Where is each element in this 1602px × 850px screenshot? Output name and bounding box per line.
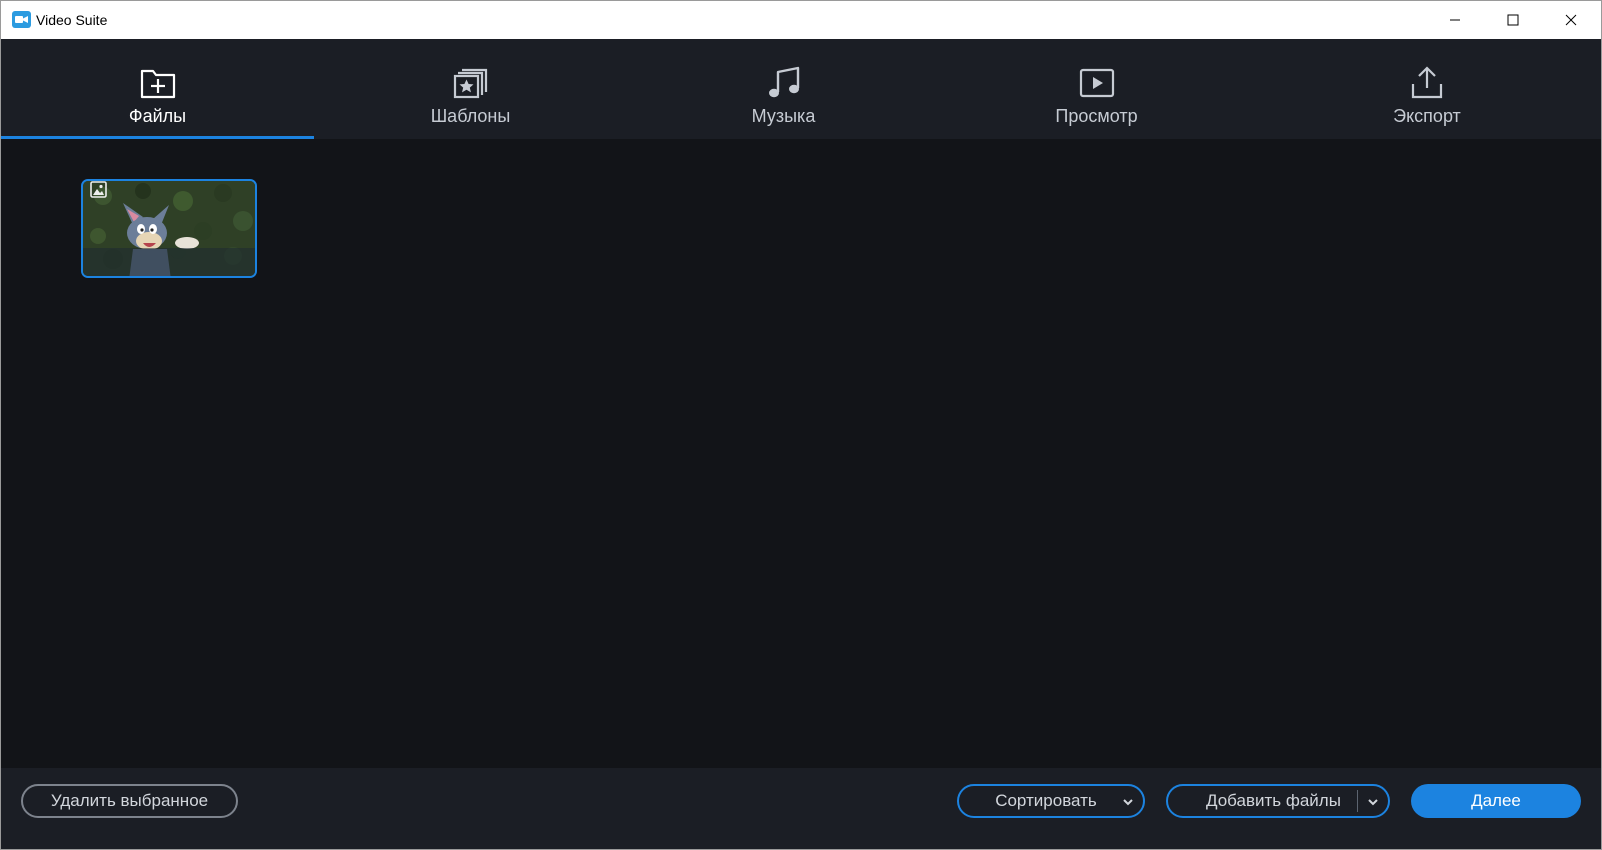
export-upload-icon <box>1411 66 1443 99</box>
close-button[interactable] <box>1542 1 1600 39</box>
minimize-icon <box>1450 19 1460 21</box>
media-thumbnail[interactable] <box>81 179 257 278</box>
add-files-button[interactable]: Добавить файлы <box>1166 784 1390 818</box>
music-note-icon <box>768 66 799 98</box>
chevron-down-icon[interactable] <box>1366 795 1380 809</box>
main-tab-bar: Файлы Шаблоны Музыка Просмотр Экспорт <box>1 39 1601 139</box>
tab-files-label: Файлы <box>128 106 187 126</box>
tab-export[interactable]: Экспорт <box>1253 39 1601 139</box>
split-divider <box>1357 790 1358 812</box>
tab-music-label: Музыка <box>751 106 816 126</box>
tab-templates-label: Шаблоны <box>430 106 511 126</box>
image-icon <box>90 181 107 198</box>
sort-label: Сортировать <box>995 791 1097 810</box>
next-label: Далее <box>1471 791 1521 810</box>
video-camera-icon <box>12 11 31 28</box>
title-bar: Video Suite <box>1 1 1601 39</box>
next-button[interactable]: Далее <box>1411 784 1581 818</box>
folder-plus-icon <box>140 69 175 99</box>
tab-export-label: Экспорт <box>1393 106 1461 126</box>
close-icon <box>1565 14 1577 26</box>
play-preview-icon <box>1079 68 1114 98</box>
tab-music[interactable]: Музыка <box>627 39 940 139</box>
footer-bar: Удалить выбранное Сортировать Добавить ф… <box>1 768 1601 849</box>
chevron-down-icon <box>1123 799 1133 806</box>
maximize-button[interactable] <box>1484 1 1542 39</box>
templates-star-icon <box>453 68 487 99</box>
tab-preview[interactable]: Просмотр <box>940 39 1253 139</box>
thumbnail-overlay <box>83 248 255 276</box>
maximize-icon <box>1507 14 1519 26</box>
tab-files[interactable]: Файлы <box>1 39 314 139</box>
window-title: Video Suite <box>36 12 108 28</box>
minimize-button[interactable] <box>1426 1 1484 39</box>
add-files-label: Добавить файлы <box>1206 791 1341 810</box>
sort-dropdown-button[interactable]: Сортировать <box>957 784 1145 818</box>
files-area <box>1 139 1601 768</box>
delete-selected-button[interactable]: Удалить выбранное <box>21 784 238 818</box>
tab-templates[interactable]: Шаблоны <box>314 39 627 139</box>
tab-preview-label: Просмотр <box>1055 106 1138 126</box>
delete-selected-label: Удалить выбранное <box>50 791 209 810</box>
app-window: Video Suite Файлы Шаблоны Музыка Просмот… <box>0 0 1602 850</box>
